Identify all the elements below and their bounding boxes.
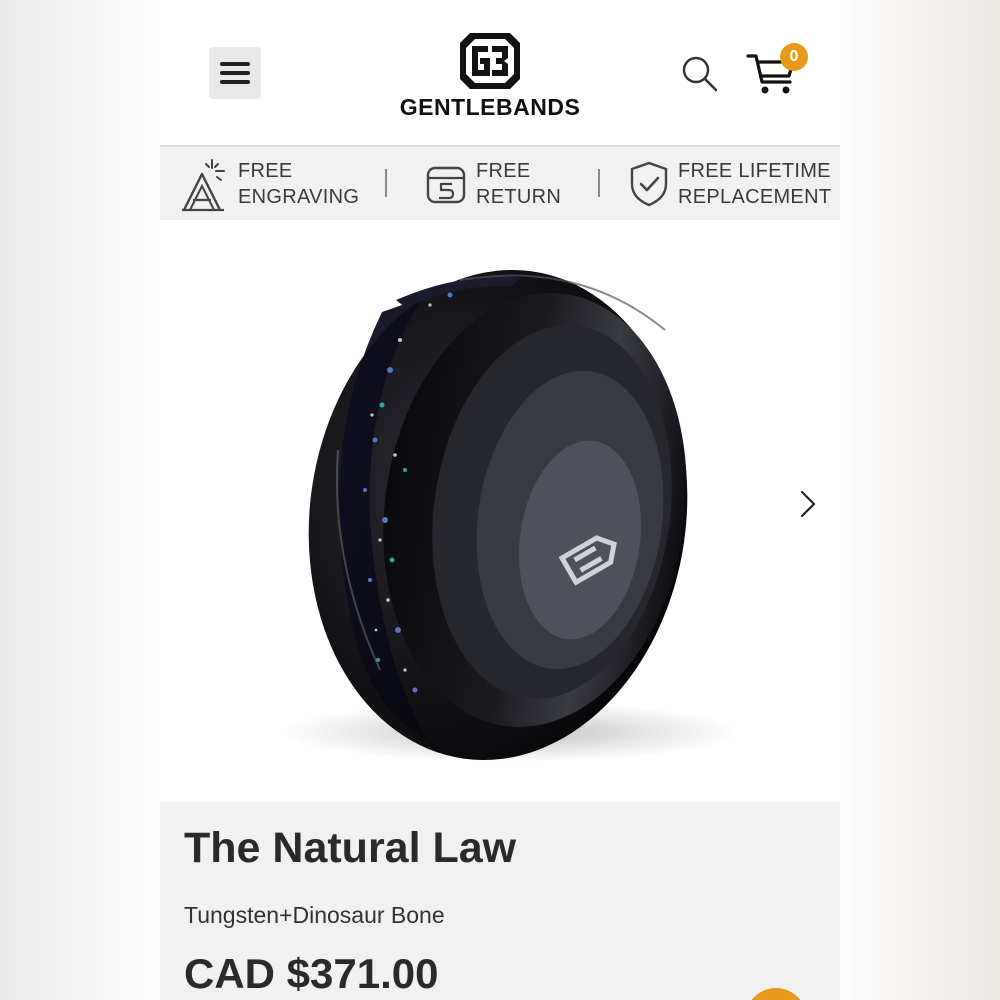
chat-floating-button[interactable] [745, 988, 807, 1000]
chevron-right-icon[interactable] [796, 488, 820, 520]
return-box-icon [426, 166, 466, 203]
benefit-line2: RETURN [476, 185, 562, 208]
product-image-carousel[interactable] [160, 220, 840, 802]
benefit-label: FREE LIFETIME REPLACEMENT [678, 158, 831, 210]
brand-logo-mark [460, 33, 520, 89]
brand-name: GENTLEBANDS [399, 94, 581, 120]
cart-count-badge: 0 [780, 43, 808, 71]
shield-check-icon [630, 161, 668, 206]
engraving-icon [182, 158, 225, 211]
ring-product-image [280, 269, 740, 762]
benefit-label: FREE ENGRAVING [238, 158, 359, 210]
search-button[interactable] [680, 54, 720, 94]
product-info: The Natural Law Tungsten+Dinosaur Bone C… [160, 802, 840, 1000]
benefit-free-lifetime-replacement: FREE LIFETIME REPLACEMENT [628, 147, 831, 220]
benefit-divider [598, 169, 600, 197]
phone-screen: GENTLEBANDS 0 FREE ENGRAVING FREE RETURN… [160, 0, 840, 1000]
product-price: CAD $371.00 [184, 950, 439, 997]
product-material: Tungsten+Dinosaur Bone [184, 902, 445, 928]
benefit-line1: FREE [238, 159, 293, 182]
benefit-line1: FREE [476, 159, 531, 182]
benefit-line2: REPLACEMENT [678, 185, 832, 208]
benefit-label: FREE RETURN [476, 158, 561, 210]
benefits-bar: FREE ENGRAVING FREE RETURN FREE LIFETIME… [160, 147, 840, 220]
benefit-free-engraving: FREE ENGRAVING [180, 147, 359, 220]
benefit-line1: FREE LIFETIME [678, 159, 831, 182]
menu-button[interactable] [209, 47, 261, 99]
benefit-free-return: FREE RETURN [424, 147, 561, 220]
brand-logo[interactable]: GENTLEBANDS [390, 30, 590, 122]
benefit-divider [385, 169, 387, 197]
search-icon [682, 56, 718, 92]
benefit-line2: ENGRAVING [238, 185, 360, 208]
hamburger-menu-icon [220, 62, 250, 84]
site-header: GENTLEBANDS 0 [160, 0, 840, 147]
product-title: The Natural Law [184, 824, 517, 872]
